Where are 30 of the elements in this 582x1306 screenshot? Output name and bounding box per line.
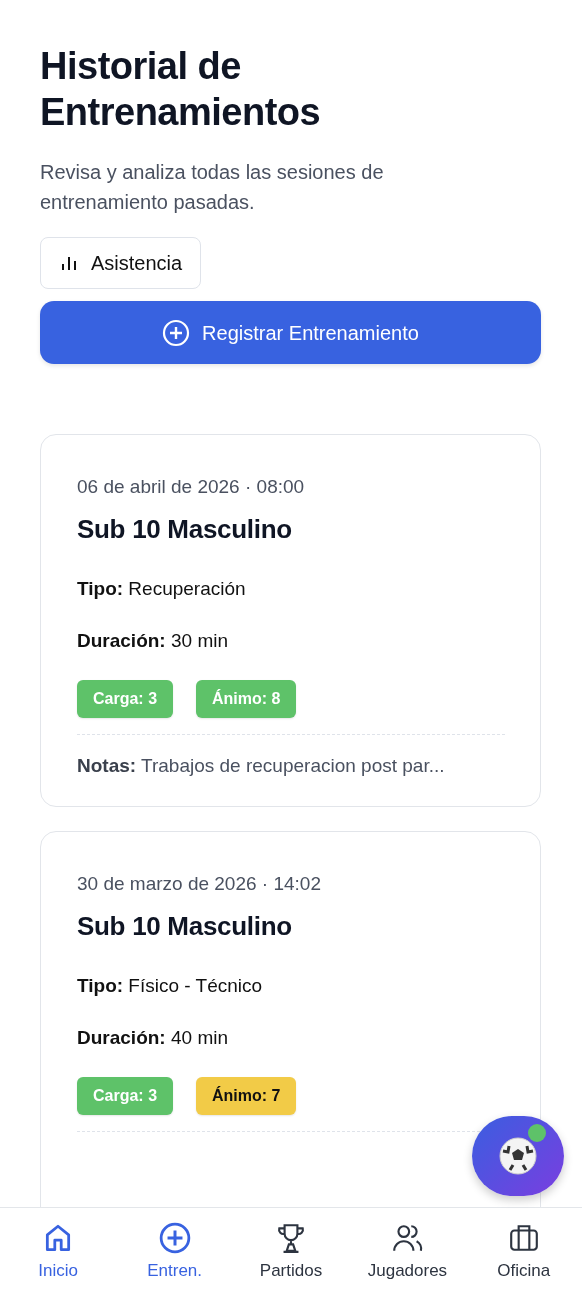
bar-chart-icon — [61, 255, 77, 272]
rating-tag: Carga: 3 — [77, 679, 174, 718]
session-duration: Duración: 40 min — [77, 1026, 229, 1051]
page-description: Revisa y analiza todas las sesiones de entrenamiento pasadas. — [40, 160, 385, 216]
session-date: 30 de marzo de 2026 · 14:02 — [77, 872, 322, 897]
rating-tag: Ánimo: 8 — [196, 679, 297, 718]
nav-tab[interactable]: Inicio — [0, 1222, 117, 1306]
soccer-ball-icon — [498, 1136, 538, 1176]
trophy-icon — [275, 1222, 307, 1254]
session-notes: Notas: Trabajos de recuperacion post par... — [77, 753, 446, 778]
register-training-button[interactable]: Registrar Entrenamiento — [40, 301, 541, 365]
nav-tab[interactable]: Entren. — [116, 1222, 233, 1306]
nav-tab[interactable]: Partidos — [232, 1222, 350, 1306]
team-name: Sub 10 Masculino — [77, 909, 293, 943]
attendance-button[interactable]: Asistencia — [40, 237, 202, 290]
session-duration: Duración: 30 min — [77, 629, 229, 654]
assistant-button[interactable] — [472, 1116, 564, 1196]
rating-tag: Ánimo: 7 — [196, 1076, 297, 1115]
briefcase-icon — [507, 1222, 540, 1254]
nav-tab[interactable]: Jugadores — [349, 1222, 466, 1306]
page-title: Historial de Entrenamientos — [40, 44, 322, 135]
users-icon — [391, 1222, 424, 1254]
session-date: 06 de abril de 2026 · 08:00 — [77, 475, 306, 500]
rating-tag: Carga: 3 — [77, 1076, 174, 1115]
nav-tab[interactable]: Oficina — [465, 1222, 582, 1306]
plus-circle-icon — [158, 1222, 191, 1254]
plus-circle-icon — [162, 318, 191, 347]
session-type: Tipo: Físico - Técnico — [77, 973, 264, 998]
session-type: Tipo: Recuperación — [77, 576, 247, 601]
team-name: Sub 10 Masculino — [77, 512, 293, 546]
